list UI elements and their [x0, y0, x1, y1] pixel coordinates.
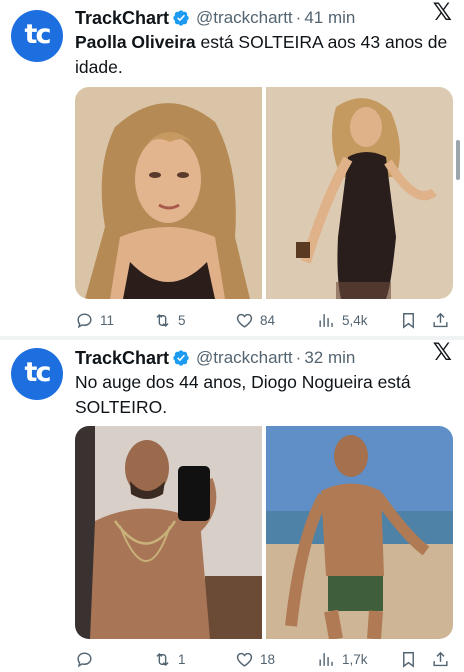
bookmark-icon	[403, 312, 414, 329]
avatar-logo-text: tc	[24, 19, 52, 50]
tweet-text-bold: Paolla Oliveira	[75, 32, 196, 52]
photo-woman-portrait[interactable]	[75, 87, 262, 299]
tweet-media	[75, 426, 453, 639]
avatar[interactable]: tc	[11, 10, 63, 62]
retweet-button[interactable]: 1	[153, 650, 186, 669]
share-icon	[433, 651, 448, 666]
retweet-icon	[156, 652, 169, 666]
tweet-text: No auge dos 44 anos, Diogo Nogueira está…	[75, 370, 450, 420]
verified-badge-icon	[173, 10, 189, 26]
views-icon	[319, 313, 333, 327]
views-button[interactable]: 1,7k	[317, 650, 368, 669]
like-button[interactable]: 18	[235, 650, 275, 669]
author-name[interactable]: TrackChart	[75, 8, 169, 29]
share-icon	[433, 312, 448, 327]
like-button[interactable]: 84	[235, 311, 275, 330]
reply-button[interactable]	[75, 650, 100, 669]
timestamp[interactable]: 41 min	[304, 8, 355, 28]
like-icon	[236, 652, 253, 667]
x-logo-icon: 𝕏	[432, 338, 452, 366]
x-logo-icon: 𝕏	[432, 0, 452, 26]
author-name[interactable]: TrackChart	[75, 348, 169, 369]
share-button[interactable]	[431, 650, 450, 669]
separator-dot: ·	[295, 348, 302, 367]
avatar-logo-text: tc	[24, 357, 52, 388]
reply-icon	[77, 651, 92, 667]
tweet[interactable]: tc TrackChart @trackchartt · 41 min 𝕏 Pa…	[0, 0, 464, 336]
reply-count: 11	[100, 312, 115, 328]
tweet[interactable]: tc TrackChart @trackchartt · 32 min 𝕏 No…	[0, 340, 464, 672]
retweet-count: 5	[178, 312, 186, 328]
views-count: 1,7k	[342, 651, 368, 667]
tweet-header: TrackChart @trackchartt · 32 min	[75, 346, 454, 370]
like-count: 18	[260, 651, 276, 667]
bookmark-button[interactable]	[399, 311, 418, 330]
views-button[interactable]: 5,4k	[317, 311, 368, 330]
reply-icon	[77, 312, 92, 328]
timestamp[interactable]: 32 min	[304, 348, 355, 368]
photo-man-beach[interactable]	[266, 426, 453, 639]
photo-woman-black-dress-image	[266, 87, 453, 299]
retweet-icon	[156, 313, 169, 327]
photo-woman-portrait-image	[75, 87, 262, 299]
bookmark-button[interactable]	[399, 650, 418, 669]
tweet-actions: 11 5 84 5,4k	[75, 309, 454, 331]
tweet-text: Paolla Oliveira está SOLTEIRA aos 43 ano…	[75, 30, 450, 80]
avatar[interactable]: tc	[11, 348, 63, 400]
scrollbar[interactable]	[456, 140, 460, 180]
photo-woman-black-dress[interactable]	[266, 87, 453, 299]
retweet-count: 1	[178, 651, 186, 667]
views-icon	[319, 652, 333, 666]
verified-badge-icon	[173, 350, 189, 366]
tweet-text-body: No auge dos 44 anos, Diogo Nogueira está…	[75, 372, 411, 417]
tweet-header: TrackChart @trackchartt · 41 min	[75, 6, 454, 30]
author-handle[interactable]: @trackchartt	[196, 8, 293, 28]
photo-man-mirror-selfie-image	[75, 426, 262, 639]
views-count: 5,4k	[342, 312, 368, 328]
tweet-media	[75, 87, 453, 299]
bookmark-icon	[403, 651, 414, 668]
separator-dot: ·	[295, 8, 302, 27]
like-icon	[236, 313, 253, 328]
like-count: 84	[260, 312, 276, 328]
reply-button[interactable]: 11	[75, 311, 114, 330]
photo-man-beach-image	[266, 426, 453, 639]
retweet-button[interactable]: 5	[153, 311, 186, 330]
photo-man-mirror-selfie[interactable]	[75, 426, 262, 639]
share-button[interactable]	[431, 311, 450, 330]
tweet-actions: 1 18 1,7k	[75, 648, 454, 670]
author-handle[interactable]: @trackchartt	[196, 348, 293, 368]
